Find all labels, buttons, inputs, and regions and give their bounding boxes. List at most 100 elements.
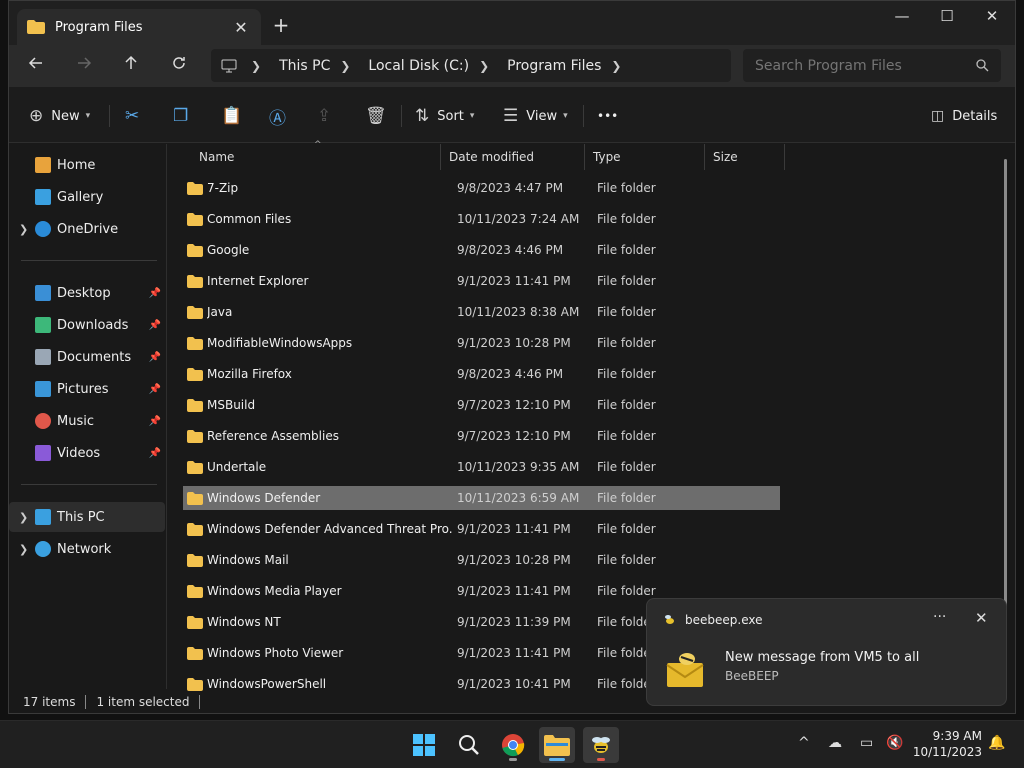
beebeep-taskbar-button[interactable] — [583, 727, 619, 763]
pin-icon[interactable]: 📌 — [149, 352, 161, 363]
expand-chevron-icon[interactable]: ❯ — [19, 511, 35, 524]
table-row[interactable]: ModifiableWindowsApps 9/1/2023 10:28 PM Fi… — [183, 331, 780, 355]
table-row[interactable]: Internet Explorer 9/1/2023 11:41 PM File f… — [183, 269, 780, 293]
table-row[interactable]: Common Files 10/11/2023 7:24 AM File folde… — [183, 207, 780, 231]
start-button[interactable] — [406, 727, 442, 763]
chevron-down-icon: ▾ — [469, 111, 475, 121]
notification-more-button[interactable]: ··· — [933, 609, 946, 625]
expand-chevron-icon[interactable]: ❯ — [19, 543, 35, 556]
table-row[interactable]: MSBuild 9/7/2023 12:10 PM File folder — [183, 393, 780, 417]
sidebar-item-home[interactable]: Home — [9, 150, 165, 180]
sidebar-item-this-pc[interactable]: ❯ This PC — [9, 502, 165, 532]
breadcrumb-this-pc[interactable]: This PC — [279, 58, 330, 74]
sidebar-item-videos[interactable]: Videos 📌 — [9, 438, 165, 468]
sidebar-item-network[interactable]: ❯ Network — [9, 534, 165, 564]
notification-close-button[interactable]: ✕ — [975, 609, 988, 627]
column-header-date[interactable]: Date modified — [441, 144, 585, 170]
view-button[interactable]: ☰ View ▾ — [503, 103, 568, 129]
pin-icon[interactable]: 📌 — [149, 320, 161, 331]
sidebar-item-gallery[interactable]: Gallery — [9, 182, 165, 212]
selection-count: 1 item selected — [96, 695, 190, 709]
address-bar[interactable]: ❯ This PC ❯ Local Disk (C:) ❯ Program Fi… — [211, 49, 731, 82]
pin-icon[interactable]: 📌 — [149, 288, 161, 299]
table-row[interactable]: Windows Defender Advanced Threat Pro... 9… — [183, 517, 780, 541]
new-tab-button[interactable]: + — [271, 13, 291, 37]
file-type: File folder — [597, 460, 656, 474]
file-date: 9/7/2023 12:10 PM — [457, 398, 571, 412]
file-name: WindowsPowerShell — [207, 677, 327, 691]
copy-button[interactable]: ❐ — [173, 103, 188, 129]
expand-chevron-icon[interactable]: ❯ — [19, 223, 35, 236]
document-icon — [35, 349, 51, 365]
maximize-button[interactable]: ☐ — [924, 7, 970, 27]
onedrive-tray-icon[interactable]: ☁ — [828, 735, 842, 751]
pictures-icon — [35, 381, 51, 397]
column-header-type[interactable]: Type — [585, 144, 705, 170]
sort-button[interactable]: ⇅ Sort ▾ — [415, 103, 474, 129]
folder-icon — [187, 677, 203, 691]
sidebar-item-music[interactable]: Music 📌 — [9, 406, 165, 436]
notification-bell-icon[interactable]: 🔔 — [988, 735, 1005, 751]
sidebar-item-documents[interactable]: Documents 📌 — [9, 342, 165, 372]
plus-circle-icon: ⊕ — [29, 106, 44, 126]
pin-icon[interactable]: 📌 — [149, 384, 161, 395]
close-tab-icon[interactable]: ✕ — [231, 18, 251, 37]
search-input[interactable] — [755, 57, 976, 74]
delete-button[interactable]: 🗑 — [365, 103, 387, 129]
sidebar-item-pictures[interactable]: Pictures 📌 — [9, 374, 165, 404]
chevron-right-icon[interactable]: ❯ — [611, 59, 621, 73]
table-row[interactable]: Google 9/8/2023 4:46 PM File folder — [183, 238, 780, 262]
file-name: Windows Defender — [207, 491, 321, 505]
cut-button[interactable]: ✂ — [125, 103, 139, 129]
volume-muted-icon[interactable]: 🔇 — [886, 735, 903, 751]
tab-program-files[interactable]: Program Files ✕ — [17, 9, 261, 45]
column-header-size[interactable]: Size — [705, 144, 785, 170]
column-header-name[interactable]: Name — [191, 144, 441, 170]
view-label: View — [526, 108, 558, 124]
details-pane-button[interactable]: ◫ Details — [931, 103, 997, 129]
new-button[interactable]: ⊕ New ▾ — [29, 103, 90, 129]
file-name: Undertale — [207, 460, 267, 474]
sidebar-item-downloads[interactable]: Downloads 📌 — [9, 310, 165, 340]
tray-overflow-chevron[interactable]: ^ — [798, 735, 810, 751]
refresh-button[interactable] — [164, 53, 194, 79]
table-row[interactable]: Java 10/11/2023 8:38 AM File folder — [183, 300, 780, 324]
sidebar-item-desktop[interactable]: Desktop 📌 — [9, 278, 165, 308]
pin-icon[interactable]: 📌 — [149, 416, 161, 427]
sidebar-item-onedrive[interactable]: ❯ OneDrive — [9, 214, 165, 244]
divider — [401, 105, 402, 127]
table-row[interactable]: Reference Assemblies 9/7/2023 12:10 PM Fil… — [183, 424, 780, 448]
breadcrumb-local-disk[interactable]: Local Disk (C:) — [368, 58, 469, 74]
minimize-button[interactable]: — — [879, 7, 925, 27]
copy-icon: ❐ — [173, 106, 189, 126]
arrow-right-icon — [78, 57, 92, 69]
taskbar-search-button[interactable] — [451, 727, 487, 763]
notification-toast[interactable]: beebeep.exe ··· ✕ New message from VM5 t… — [646, 598, 1007, 706]
file-type: File folder — [597, 305, 656, 319]
sidebar-item-label: OneDrive — [57, 221, 119, 237]
up-button[interactable] — [116, 53, 146, 79]
breadcrumb-program-files[interactable]: Program Files — [507, 58, 601, 74]
file-type: File folder — [597, 429, 656, 443]
rename-button[interactable]: Ⓐ — [269, 103, 286, 129]
table-row[interactable]: Windows Defender 10/11/2023 6:59 AM File f… — [183, 486, 780, 510]
share-button[interactable]: ⇪ — [317, 103, 331, 129]
table-row[interactable]: Undertale 10/11/2023 9:35 AM File folder — [183, 455, 780, 479]
forward-button[interactable] — [69, 53, 99, 79]
system-clock[interactable]: 9:39 AM 10/11/2023 — [912, 728, 982, 760]
close-window-button[interactable]: ✕ — [969, 7, 1015, 27]
table-row[interactable]: Mozilla Firefox 9/8/2023 4:46 PM File fold… — [183, 362, 780, 386]
search-box[interactable] — [743, 49, 1001, 82]
file-name: Mozilla Firefox — [207, 367, 292, 381]
paste-button[interactable]: 📋 — [221, 103, 242, 129]
more-options-button[interactable]: ••• — [597, 103, 618, 129]
pin-icon[interactable]: 📌 — [149, 448, 161, 459]
table-row[interactable]: 7-Zip 9/8/2023 4:47 PM File folder — [183, 176, 780, 200]
display-tray-icon[interactable]: ▭ — [860, 735, 873, 751]
table-row[interactable]: Windows Mail 9/1/2023 10:28 PM File folder — [183, 548, 780, 572]
file-name: Windows NT — [207, 615, 281, 629]
file-explorer-taskbar-button[interactable] — [539, 727, 575, 763]
vertical-scrollbar[interactable] — [1004, 159, 1007, 619]
chrome-taskbar-button[interactable] — [495, 727, 531, 763]
back-button[interactable] — [21, 53, 51, 79]
